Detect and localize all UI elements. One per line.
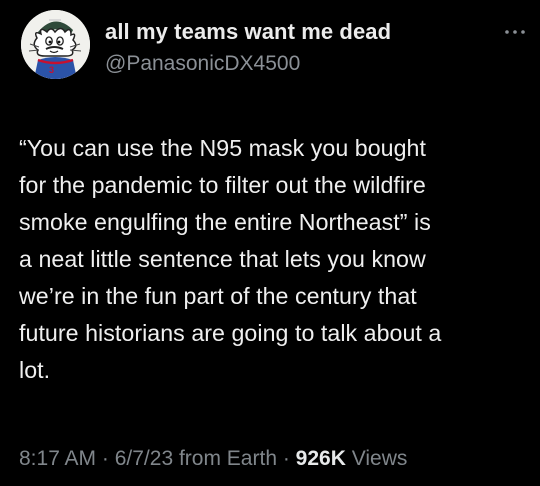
tweet-source: from Earth [178, 447, 277, 470]
tweet-meta: 8:17 AM · 6/7/23 from Earth · 926K Views [19, 447, 407, 471]
tweet-time[interactable]: 8:17 AM [19, 447, 96, 470]
tweet-date[interactable]: 6/7/23 [115, 447, 173, 470]
meta-separator: · [96, 447, 115, 470]
tweet: 3 all my teams want me dead @PanasonicDX… [0, 0, 540, 486]
cartoon-cat-avatar-icon: 3 [21, 10, 90, 79]
views-label: Views [351, 447, 408, 470]
tweet-text: “You can use the N95 mask you bought for… [19, 135, 442, 383]
avatar[interactable]: 3 [21, 10, 90, 79]
views-count[interactable]: 926K [296, 447, 346, 470]
user-handle[interactable]: @PanasonicDX4500 [105, 52, 300, 76]
meta-separator: · [277, 447, 296, 470]
display-name[interactable]: all my teams want me dead [105, 19, 391, 45]
svg-text:3: 3 [49, 65, 54, 75]
more-horizontal-icon[interactable] [503, 24, 527, 34]
